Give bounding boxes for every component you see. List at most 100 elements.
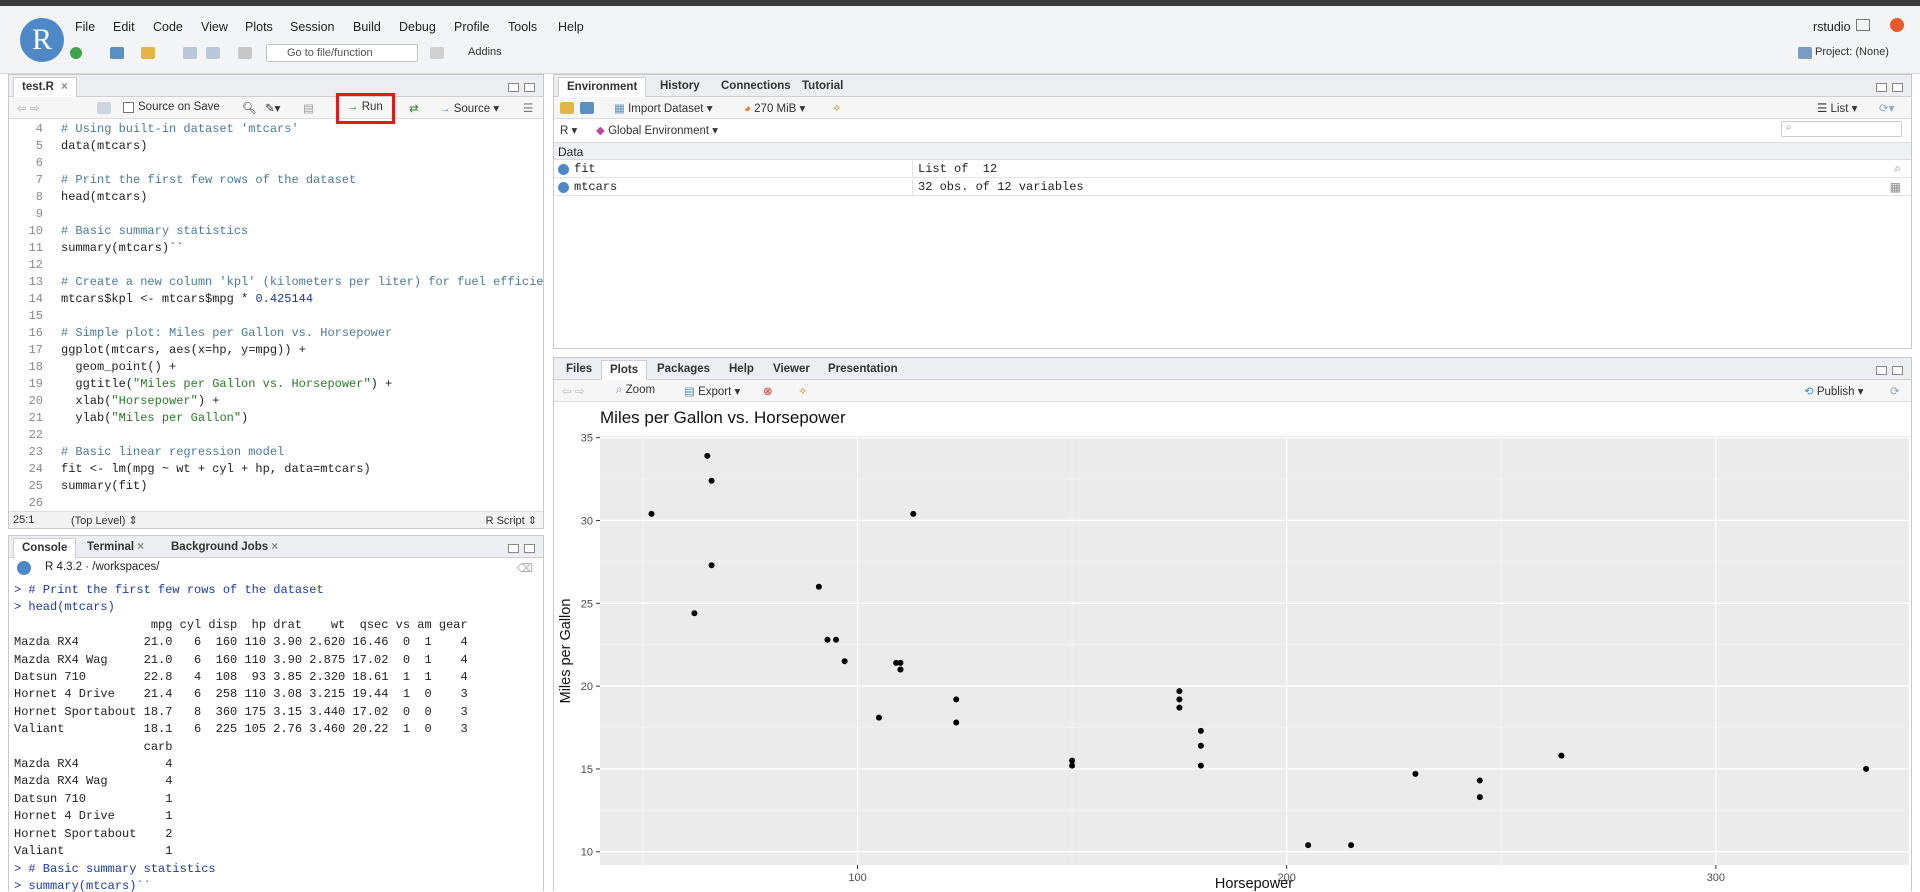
compile-notebook-icon[interactable]: ▤ (303, 101, 314, 115)
tab-connections[interactable]: Connections (713, 77, 799, 97)
save-workspace-icon[interactable] (580, 102, 594, 114)
editor-toolbar: ⇦ ⇨ Source on Save 🔍︎ ✎▾ ▤ → Run ⇄ → Sou… (9, 93, 543, 124)
save-all-icon[interactable] (206, 47, 220, 59)
run-label: Run (361, 101, 383, 113)
close-icon[interactable]: × (271, 541, 278, 553)
menu-plots[interactable]: Plots (245, 20, 273, 34)
project-menu[interactable]: Project: (None) (1815, 46, 1889, 62)
previous-plot-icon[interactable]: ⇦ ⇨ (562, 384, 584, 398)
tab-terminal[interactable]: Terminal × (79, 538, 152, 558)
menu-build[interactable]: Build (353, 20, 381, 34)
menu-file[interactable]: File (75, 20, 95, 34)
maximize-pane-icon[interactable] (1892, 366, 1903, 375)
menu-edit[interactable]: Edit (113, 20, 135, 34)
magnify-icon[interactable]: ⌕ (1894, 161, 1901, 176)
clear-console-icon[interactable]: ⌫ (517, 561, 533, 575)
tab-help[interactable]: Help (721, 360, 762, 380)
search-icon[interactable]: 🔍︎ (242, 101, 257, 115)
open-file-icon[interactable] (141, 47, 155, 59)
data-point (1863, 765, 1870, 772)
environment-search-input[interactable]: ⌕ (1781, 121, 1902, 137)
tab-background-jobs[interactable]: Background Jobs × (163, 538, 286, 558)
outline-icon[interactable]: ☰ (523, 101, 533, 115)
data-point (815, 583, 822, 590)
tab-test-r[interactable]: test.R × (13, 77, 77, 98)
maximize-pane-icon[interactable] (524, 544, 535, 553)
data-point (691, 610, 698, 617)
tab-history[interactable]: History (652, 77, 708, 97)
scope-label: Global Environment (608, 125, 710, 137)
console-output-line: Hornet 4 Drive 1 (14, 809, 173, 824)
broom-icon[interactable]: ✧ (832, 101, 842, 115)
code-editor[interactable]: # Using built-in dataset 'mtcars' data(m… (61, 121, 543, 495)
y-tick-label: 10 (581, 847, 593, 859)
back-arrow-icon[interactable]: ⇦ ⇨ (17, 101, 39, 115)
refresh-icon[interactable]: ⟳▾ (1879, 101, 1894, 115)
tab-environment[interactable]: Environment (558, 77, 647, 98)
data-point (648, 510, 655, 517)
signout-icon[interactable] (1856, 19, 1870, 31)
table-view-icon[interactable]: ▦ (1890, 180, 1901, 194)
tab-packages[interactable]: Packages (649, 360, 718, 380)
save-file-icon[interactable] (97, 102, 111, 114)
menu-session[interactable]: Session (290, 20, 334, 34)
maximize-pane-icon[interactable] (524, 83, 535, 92)
env-row-fit[interactable]: fit List of 12 ⌕ (554, 161, 1911, 178)
run-button[interactable]: → Run (347, 101, 383, 113)
new-project-icon[interactable] (110, 47, 124, 59)
menu-debug[interactable]: Debug (399, 20, 436, 34)
view-mode-menu[interactable]: ☰ List ▾ (1817, 101, 1857, 115)
env-row-mtcars[interactable]: mtcars 32 obs. of 12 variables ▦ (554, 179, 1911, 196)
minimize-pane-icon[interactable] (508, 544, 519, 553)
broom-icon[interactable]: ✧ (798, 384, 808, 398)
tab-plots[interactable]: Plots (601, 360, 648, 381)
env-value: 32 obs. of 12 variables (918, 180, 1084, 194)
close-icon[interactable]: × (137, 541, 144, 553)
refresh-icon[interactable]: ⟳ (1890, 384, 1900, 398)
tab-presentation[interactable]: Presentation (820, 360, 906, 380)
menu-help[interactable]: Help (558, 20, 584, 34)
source-button[interactable]: → Source ▾ (439, 101, 499, 115)
plots-pane: Files Plots Packages Help Viewer Present… (553, 357, 1912, 891)
minimize-pane-icon[interactable] (1876, 83, 1887, 92)
save-icon[interactable] (183, 47, 197, 59)
menu-tools[interactable]: Tools (508, 20, 537, 34)
menu-view[interactable]: View (201, 20, 228, 34)
language-menu[interactable]: R ▾ (560, 123, 577, 137)
console-output[interactable]: > # Print the first few rows of the data… (14, 582, 542, 892)
scope-selector[interactable]: (Top Level) ⇕ (71, 514, 138, 527)
maximize-pane-icon[interactable] (1892, 83, 1903, 92)
tab-console[interactable]: Console (13, 538, 77, 559)
expand-icon[interactable] (558, 164, 569, 175)
goto-file-input[interactable]: Go to file/function (266, 44, 418, 62)
memory-usage-menu[interactable]: ◕ 270 MiB ▾ (744, 101, 805, 115)
new-file-icon[interactable] (70, 47, 82, 59)
line-number: 18 (28, 360, 43, 374)
load-workspace-icon[interactable] (560, 102, 574, 114)
tab-tutorial[interactable]: Tutorial (794, 77, 851, 97)
grid-layout-icon[interactable] (430, 47, 444, 59)
menu-profile[interactable]: Profile (454, 20, 489, 34)
minimize-pane-icon[interactable] (508, 83, 519, 92)
quit-session-icon[interactable] (1890, 18, 1904, 32)
close-icon[interactable]: × (61, 81, 68, 93)
import-dataset-menu[interactable]: ▦ Import Dataset ▾ (614, 101, 712, 115)
zoom-button[interactable]: ⌕ Zoom (616, 384, 655, 397)
menu-code[interactable]: Code (153, 20, 183, 34)
print-icon[interactable] (238, 47, 252, 59)
rerun-icon[interactable]: ⇄ (409, 101, 419, 115)
code-tools-icon[interactable]: ✎▾ (265, 101, 280, 115)
scope-menu[interactable]: ◆ Global Environment ▾ (596, 123, 718, 137)
line-number: 21 (28, 411, 43, 425)
expand-icon[interactable] (558, 182, 569, 193)
minimize-pane-icon[interactable] (1876, 366, 1887, 375)
tab-files[interactable]: Files (558, 360, 600, 380)
tab-viewer[interactable]: Viewer (765, 360, 818, 380)
remove-plot-icon[interactable]: ⊗ (763, 384, 773, 398)
source-on-save-checkbox[interactable] (123, 102, 134, 113)
export-menu[interactable]: ▤ Export ▾ (684, 384, 740, 398)
file-type-selector[interactable]: R Script ⇕ (486, 514, 537, 527)
line-number: 15 (28, 309, 43, 323)
addins-menu[interactable]: Addins (468, 46, 502, 62)
publish-menu[interactable]: ⟲ Publish ▾ (1804, 384, 1864, 398)
